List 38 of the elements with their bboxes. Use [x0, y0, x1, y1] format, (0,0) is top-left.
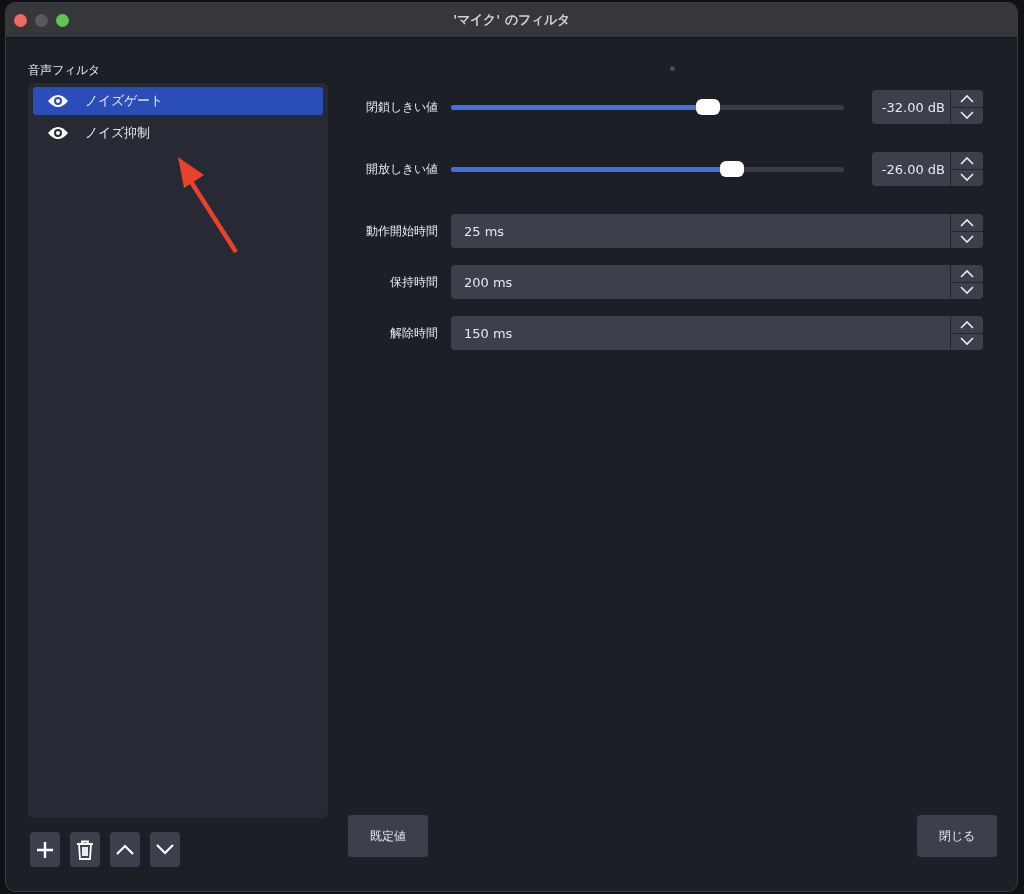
filter-item[interactable]: ノイズゲート [33, 87, 323, 115]
number-field[interactable]: 25 ms [451, 214, 983, 248]
filter-item[interactable]: ノイズ抑制 [33, 119, 323, 147]
plus-icon [36, 840, 54, 859]
section-label: 音声フィルタ [28, 62, 101, 79]
stepper-icon[interactable] [950, 316, 983, 350]
defaults-button[interactable]: 既定値 [348, 815, 428, 857]
eye-icon[interactable] [47, 94, 69, 108]
slider-thumb[interactable] [719, 161, 744, 177]
close-button[interactable]: 閉じる [917, 815, 997, 857]
zoom-button[interactable] [56, 13, 69, 27]
drag-handle-icon[interactable] [670, 66, 675, 71]
param-label: 閉鎖しきい値 [365, 98, 438, 116]
number-field[interactable]: -26.00 dB [872, 152, 983, 186]
chevron-up-icon [116, 844, 134, 855]
stepper-icon[interactable] [950, 90, 983, 124]
slider[interactable] [451, 99, 844, 115]
trash-icon [76, 839, 94, 860]
stepper-icon[interactable] [950, 214, 983, 248]
number-field[interactable]: 200 ms [451, 265, 983, 299]
delete-button[interactable] [70, 832, 100, 867]
slider-thumb[interactable] [696, 99, 721, 115]
eye-icon[interactable] [47, 126, 69, 140]
param-label: 開放しきい値 [365, 160, 438, 178]
move-down-button[interactable] [150, 832, 180, 867]
stepper-icon[interactable] [950, 265, 983, 299]
close-window-button[interactable] [14, 13, 27, 27]
number-field[interactable]: -32.00 dB [872, 90, 983, 124]
slider[interactable] [451, 161, 844, 177]
add-button[interactable] [30, 832, 60, 867]
param-label: 解除時間 [389, 324, 438, 342]
stepper-icon[interactable] [950, 152, 983, 186]
param-label: 動作開始時間 [365, 222, 438, 240]
window-title: 'マイク' のフィルタ [453, 11, 570, 29]
number-field[interactable]: 150 ms [451, 316, 983, 350]
chevron-down-icon [156, 844, 174, 855]
param-label: 保持時間 [389, 273, 438, 291]
move-up-button[interactable] [110, 832, 140, 867]
